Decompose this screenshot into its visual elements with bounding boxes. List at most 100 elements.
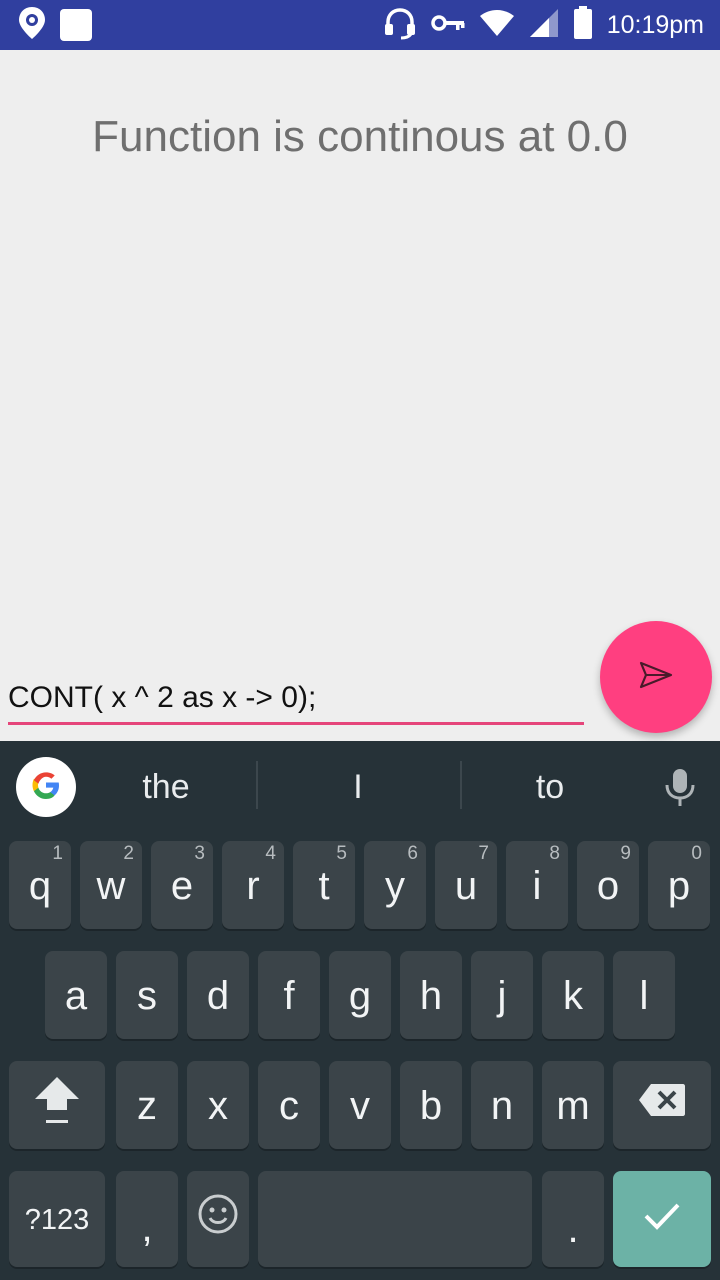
backspace-key[interactable]	[613, 1061, 711, 1149]
key-label: a	[64, 973, 88, 1018]
status-left	[18, 6, 92, 45]
key-y[interactable]: 6y	[364, 841, 426, 929]
key-x[interactable]: x	[187, 1061, 249, 1149]
send-button[interactable]	[600, 621, 712, 733]
note-square-icon	[60, 9, 92, 41]
period-key[interactable]: .	[542, 1171, 604, 1267]
key-hint: 0	[691, 843, 702, 864]
key-i[interactable]: 8i	[506, 841, 568, 929]
checkmark-icon	[642, 1197, 682, 1242]
key-label: j	[497, 973, 507, 1018]
space-key[interactable]	[258, 1171, 532, 1267]
key-n[interactable]: n	[471, 1061, 533, 1149]
key-label: l	[639, 973, 649, 1018]
emoji-icon	[197, 1193, 239, 1245]
key-hint: 4	[265, 843, 276, 864]
key-label: z	[137, 1083, 157, 1128]
battery-icon	[573, 5, 593, 45]
key-o[interactable]: 9o	[577, 841, 639, 929]
key-label: h	[419, 973, 443, 1018]
key-a[interactable]: a	[45, 951, 107, 1039]
mic-button[interactable]	[656, 763, 704, 811]
status-bar: 10:19pm	[0, 0, 720, 50]
shift-icon	[33, 1074, 81, 1136]
key-label: f	[283, 973, 295, 1018]
key-label: t	[318, 863, 330, 908]
key-m[interactable]: m	[542, 1061, 604, 1149]
key-label: o	[596, 863, 620, 908]
key-label: g	[348, 973, 372, 1018]
key-d[interactable]: d	[187, 951, 249, 1039]
key-label: i	[532, 863, 542, 908]
suggestion-1[interactable]: the	[78, 761, 254, 813]
key-p[interactable]: 0p	[648, 841, 710, 929]
key-w[interactable]: 2w	[80, 841, 142, 929]
emoji-key[interactable]	[187, 1171, 249, 1267]
key-c[interactable]: c	[258, 1061, 320, 1149]
key-hint: 6	[407, 843, 418, 864]
key-label: d	[206, 973, 230, 1018]
key-label: v	[350, 1083, 370, 1128]
key-q[interactable]: 1q	[9, 841, 71, 929]
backspace-icon	[637, 1082, 687, 1128]
key-label: .	[567, 1206, 579, 1251]
expression-input-container	[8, 672, 584, 728]
key-z[interactable]: z	[116, 1061, 178, 1149]
symbols-key[interactable]: ?123	[9, 1171, 105, 1267]
key-label: y	[385, 863, 405, 908]
key-icon	[430, 13, 465, 38]
suggestion-3[interactable]: to	[462, 761, 638, 813]
status-time: 10:19pm	[606, 10, 704, 39]
key-t[interactable]: 5t	[293, 841, 355, 929]
result-text: Function is continous at 0.0	[92, 112, 628, 161]
key-label: k	[563, 973, 583, 1018]
key-label: ,	[141, 1205, 153, 1250]
key-label: n	[490, 1083, 514, 1128]
suggestion-bar: the I to	[0, 741, 720, 833]
comma-key[interactable]: ,	[116, 1171, 178, 1267]
key-label: w	[96, 863, 126, 908]
key-label: p	[667, 863, 691, 908]
headset-icon	[383, 6, 417, 45]
key-label: e	[170, 863, 194, 908]
key-f[interactable]: f	[258, 951, 320, 1039]
expression-input[interactable]	[8, 672, 584, 724]
key-label: x	[208, 1083, 228, 1128]
enter-key[interactable]	[613, 1171, 711, 1267]
key-s[interactable]: s	[116, 951, 178, 1039]
mic-icon	[656, 769, 704, 815]
key-label: b	[419, 1083, 443, 1128]
key-label: q	[28, 863, 52, 908]
key-v[interactable]: v	[329, 1061, 391, 1149]
key-label: c	[279, 1083, 299, 1128]
input-underline	[8, 722, 584, 725]
key-hint: 8	[549, 843, 560, 864]
key-label: r	[246, 863, 260, 908]
key-b[interactable]: b	[400, 1061, 462, 1149]
keyboard: the I to 1q 2w 3e 4r 5t 6y 7u 8i 9o 0p a…	[0, 741, 720, 1280]
shift-key[interactable]	[9, 1061, 105, 1149]
cell-signal-icon	[529, 8, 559, 43]
key-hint: 3	[194, 843, 205, 864]
google-g-icon	[26, 765, 66, 810]
key-e[interactable]: 3e	[151, 841, 213, 929]
key-g[interactable]: g	[329, 951, 391, 1039]
key-label: s	[137, 973, 157, 1018]
location-pin-icon	[18, 6, 46, 45]
key-label: m	[556, 1083, 590, 1128]
key-hint: 2	[123, 843, 134, 864]
key-hint: 7	[478, 843, 489, 864]
key-label: u	[454, 863, 478, 908]
key-u[interactable]: 7u	[435, 841, 497, 929]
key-h[interactable]: h	[400, 951, 462, 1039]
suggestion-2[interactable]: I	[258, 761, 458, 813]
key-label: ?123	[24, 1203, 90, 1236]
key-r[interactable]: 4r	[222, 841, 284, 929]
key-k[interactable]: k	[542, 951, 604, 1039]
send-icon	[639, 661, 673, 694]
key-hint: 1	[52, 843, 63, 864]
key-hint: 5	[336, 843, 347, 864]
key-l[interactable]: l	[613, 951, 675, 1039]
key-j[interactable]: j	[471, 951, 533, 1039]
google-button[interactable]	[16, 757, 76, 817]
